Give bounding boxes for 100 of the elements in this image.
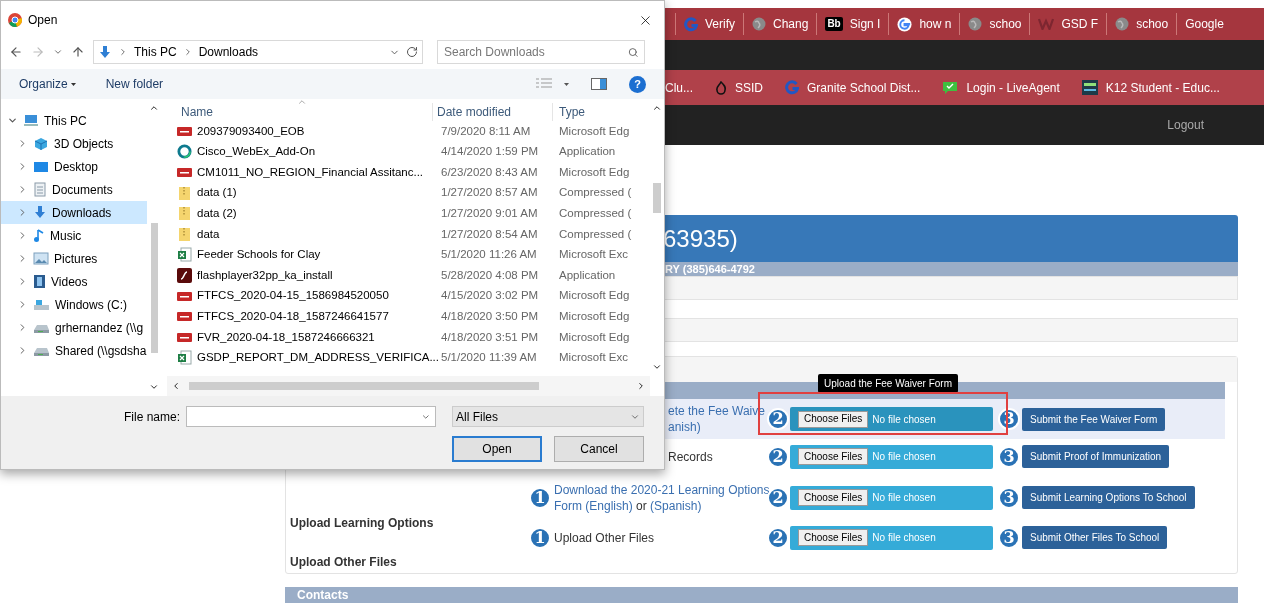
- file-row[interactable]: FTFCS_2020-04-18_1587246641577 4/18/2020 3:50 PM Microsoft Edg: [167, 306, 650, 327]
- bookmark[interactable]: K12 Student - Educ...: [1081, 78, 1220, 97]
- choose-files-button[interactable]: Choose Files: [798, 448, 869, 465]
- browser-tab[interactable]: Google: [1176, 13, 1232, 35]
- file-row[interactable]: CM1011_NO_REGION_Financial Assitanc... 6/23/2020 8:43 AM Microsoft Edg: [167, 162, 650, 183]
- search-field[interactable]: Search Downloads: [444, 43, 628, 61]
- column-header[interactable]: Date modified: [433, 103, 553, 121]
- file-picker[interactable]: Choose Files No file chosen: [790, 444, 993, 469]
- cancel-button[interactable]: Cancel: [554, 436, 644, 462]
- file-type: Application: [558, 144, 616, 160]
- organize-button[interactable]: Organize: [19, 75, 76, 93]
- submit-button[interactable]: Submit Other Files To School: [1022, 526, 1168, 549]
- search-icon: [627, 46, 638, 58]
- logout-link[interactable]: Logout: [1167, 116, 1204, 134]
- file-row[interactable]: FVR_2020-04-18_1587246666321 4/18/2020 3:51 PM Microsoft Edg: [167, 326, 650, 348]
- new-folder-button[interactable]: New folder: [105, 75, 164, 93]
- no-file-text: No file chosen: [872, 531, 936, 545]
- submit-button[interactable]: Submit Proof of Immunization: [1022, 445, 1170, 468]
- download-icon: [33, 205, 47, 220]
- dialog-title: Open: [28, 12, 58, 29]
- up-icon[interactable]: [71, 45, 85, 59]
- form-link[interactable]: anish): [668, 420, 701, 434]
- nav-item[interactable]: 3D Objects: [1, 132, 147, 155]
- file-row[interactable]: Cisco_WebEx_Add-On 4/14/2020 1:59 PM Application: [167, 141, 650, 163]
- file-picker[interactable]: Choose Files No file chosen: [790, 407, 993, 431]
- nav-item[interactable]: grhernandez (\\g: [1, 316, 147, 339]
- help-button[interactable]: ?: [629, 75, 646, 93]
- recent-locations-icon[interactable]: [53, 47, 63, 57]
- file-type: Microsoft Exc: [558, 350, 628, 366]
- scrollbar[interactable]: [167, 376, 650, 396]
- nav-item[interactable]: Pictures: [1, 247, 147, 270]
- choose-files-button[interactable]: Choose Files: [798, 489, 869, 506]
- file-row[interactable]: Feeder Schools for Clay 5/1/2020 11:26 AM Microsoft Exc: [167, 244, 650, 266]
- file-type-select[interactable]: All Files: [452, 406, 644, 427]
- file-row[interactable]: FTFCS_2020-04-15_1586984520050 4/15/2020 3:02 PM Microsoft Edg: [167, 285, 650, 307]
- nav-item[interactable]: This PC: [1, 109, 147, 132]
- bookmark[interactable]: Granite School Dist...: [785, 78, 921, 97]
- file-row[interactable]: flashplayer32pp_ka_install 5/28/2020 4:08 PM Application: [167, 265, 650, 286]
- form-link[interactable]: Download the 2020-21 Learning Options: [554, 482, 770, 497]
- column-header[interactable]: Name: [167, 103, 433, 121]
- form-link[interactable]: (Spanish): [650, 498, 702, 513]
- form-link[interactable]: Form (English): [554, 498, 633, 513]
- nav-item[interactable]: Music: [1, 224, 147, 247]
- file-date: 7/9/2020 8:11 AM: [440, 123, 532, 139]
- nav-item[interactable]: Downloads: [1, 201, 147, 224]
- nav-item[interactable]: Shared (\\gsdsha: [1, 339, 147, 362]
- nav-item[interactable]: Videos: [1, 270, 147, 293]
- scroll-up-icon[interactable]: [652, 103, 662, 113]
- file-row[interactable]: 209379093400_EOB 7/9/2020 8:11 AM Microsoft Edg: [167, 121, 650, 142]
- browser-tab[interactable]: schoo: [1106, 13, 1177, 35]
- file-row[interactable]: data (2) 1/27/2020 9:01 AM Compressed (: [167, 203, 650, 224]
- file-row[interactable]: data (1) 1/27/2020 8:57 AM Compressed (: [167, 182, 650, 204]
- address-bar[interactable]: This PC Downloads: [93, 40, 423, 64]
- caret-icon[interactable]: [564, 82, 569, 86]
- back-icon[interactable]: [9, 45, 23, 59]
- preview-pane-icon[interactable]: [591, 78, 607, 90]
- search-box[interactable]: Search Downloads: [437, 40, 645, 64]
- scroll-right-icon[interactable]: [636, 381, 646, 391]
- bookmark[interactable]: SSID: [715, 78, 764, 97]
- file-type: Compressed (: [558, 185, 632, 201]
- scroll-left-icon[interactable]: [171, 381, 181, 391]
- browser-tab[interactable]: Chang: [743, 13, 817, 35]
- file-type: Microsoft Edg: [558, 123, 630, 139]
- scrollbar-thumb[interactable]: [150, 223, 158, 353]
- browser-tab[interactable]: GSD F: [1029, 13, 1107, 35]
- scroll-down-icon[interactable]: [149, 382, 159, 392]
- file-type: Microsoft Edg: [558, 329, 630, 345]
- file-row[interactable]: GSDP_REPORT_DM_ADDRESS_VERIFICA... 5/1/2020 11:39 AM Microsoft Exc: [167, 347, 650, 369]
- submit-button[interactable]: Submit Learning Options To School: [1022, 486, 1195, 509]
- nav-item[interactable]: Desktop: [1, 155, 147, 178]
- scroll-down-icon[interactable]: [652, 362, 662, 372]
- forward-icon[interactable]: [31, 45, 45, 59]
- file-picker[interactable]: Choose Files No file chosen: [790, 485, 993, 510]
- file-row[interactable]: data 1/27/2020 8:54 AM Compressed (: [167, 223, 650, 245]
- breadcrumb[interactable]: Downloads: [198, 43, 259, 61]
- bookmark[interactable]: Clu...: [665, 78, 693, 97]
- breadcrumb[interactable]: This PC: [134, 43, 177, 61]
- submit-button[interactable]: Submit the Fee Waiver Form: [1022, 407, 1166, 431]
- browser-tab[interactable]: schoo: [959, 13, 1030, 35]
- nav-item[interactable]: Windows (C:): [1, 293, 147, 316]
- choose-files-button[interactable]: Choose Files: [798, 410, 869, 428]
- column-header[interactable]: Type: [553, 103, 585, 121]
- scroll-up-icon[interactable]: [149, 103, 159, 113]
- refresh-icon[interactable]: [406, 46, 418, 58]
- browser-tab[interactable]: Bb Sign I: [816, 13, 889, 35]
- choose-files-button[interactable]: Choose Files: [798, 529, 869, 546]
- view-options-icon[interactable]: [536, 78, 552, 90]
- open-button[interactable]: Open: [452, 436, 542, 462]
- nav-label: Videos: [51, 273, 88, 291]
- sort-ascending-icon: [297, 97, 307, 107]
- scrollbar-thumb[interactable]: [189, 382, 539, 390]
- file-picker[interactable]: Choose Files No file chosen: [790, 525, 993, 550]
- browser-tab[interactable]: Verify: [675, 13, 743, 35]
- scrollbar-thumb[interactable]: [653, 183, 661, 213]
- browser-tab[interactable]: how n: [888, 13, 960, 35]
- bookmark[interactable]: Login - LiveAgent: [942, 78, 1060, 97]
- expanded-chevron-icon[interactable]: [7, 115, 18, 126]
- nav-item[interactable]: Documents: [1, 178, 147, 201]
- step-number: 2: [767, 408, 789, 430]
- file-name: FVR_2020-04-18_1587246666321: [197, 329, 375, 345]
